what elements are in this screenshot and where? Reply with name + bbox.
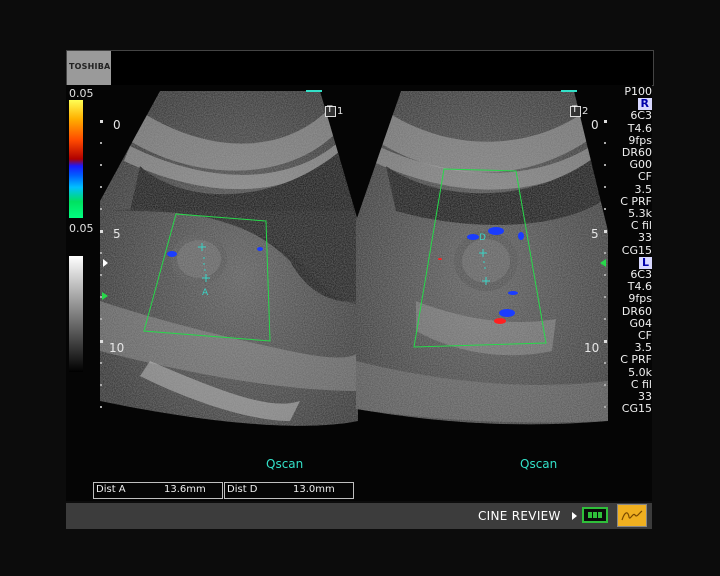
depth-label-0-left: 0 <box>113 118 121 132</box>
tag-icon-right: T <box>570 105 581 117</box>
depth-label-10-left: 10 <box>109 341 125 355</box>
signature-scribble-icon <box>621 510 643 521</box>
top-indicator-right <box>561 90 577 92</box>
brand-logo: TOSHIBA <box>67 51 111 85</box>
caliper-label-right: D <box>479 233 486 243</box>
color-scale-bar <box>69 100 83 218</box>
measurement-box-a: Dist A 13.6mm <box>93 482 223 499</box>
top-indicator-left <box>306 90 322 92</box>
param-r-line: 3.5 <box>634 182 653 196</box>
panel-tag-right: 2 <box>582 106 589 117</box>
caliper-label-left: A <box>202 288 209 298</box>
cine-review-bar: CINE REVIEW <box>66 503 652 529</box>
depth-label-5-right: 5 <box>591 227 599 241</box>
play-triangle-icon[interactable] <box>572 512 577 520</box>
measurement-label: Dist A <box>96 484 126 495</box>
color-scale-top-label: 0.05 <box>69 87 94 100</box>
measurement-value: 13.0mm <box>293 484 335 495</box>
cine-loop-button[interactable] <box>582 507 608 523</box>
focus-marker-left <box>103 259 108 267</box>
parameter-column: P100 R 6C3 T4.6 9fps DR60 G00 CF 3.5 C P… <box>604 85 653 416</box>
signature-stamp-icon[interactable] <box>617 504 647 527</box>
image-area: A D T 1 T 2 <box>66 85 652 501</box>
param-l-line: CG15 <box>621 402 652 416</box>
param-r-line: CG15 <box>621 243 652 257</box>
color-scale-bottom-label: 0.05 <box>69 222 94 235</box>
brand-logo-text: TOSHIBA <box>69 62 111 71</box>
panel-tag-left: 1 <box>337 106 344 117</box>
param-r-line: CF <box>637 170 652 184</box>
gray-scale-bar <box>69 256 83 372</box>
qscan-label-right: Qscan <box>520 457 558 471</box>
qscan-label-left: Qscan <box>266 457 304 471</box>
param-r-line: T4.6 <box>627 121 652 135</box>
ultrasound-image-right <box>356 91 608 425</box>
depth-label-5-left: 5 <box>113 227 121 241</box>
depth-label-10-right: 10 <box>584 341 600 355</box>
param-l-line: 9fps <box>628 292 652 306</box>
ultrasound-screen: TOSHIBA A D T 1 T 2 0 5 10 0 5 10 0.05 0… <box>0 0 720 576</box>
measurement-label: Dist D <box>227 484 258 495</box>
measurement-value: 13.6mm <box>164 484 206 495</box>
ultrasound-image-left <box>100 91 358 426</box>
focus-marker-green-left <box>102 292 108 300</box>
measurement-box-d: Dist D 13.0mm <box>224 482 354 499</box>
cine-review-label: CINE REVIEW <box>478 509 561 523</box>
top-banner: TOSHIBA <box>66 50 654 86</box>
param-r-line: 33 <box>638 231 652 245</box>
param-r-line: 6C3 <box>630 109 652 123</box>
depth-label-0-right: 0 <box>591 118 599 132</box>
param-l-line: C PRF <box>620 353 652 367</box>
tag-icon-left: T <box>325 105 336 117</box>
